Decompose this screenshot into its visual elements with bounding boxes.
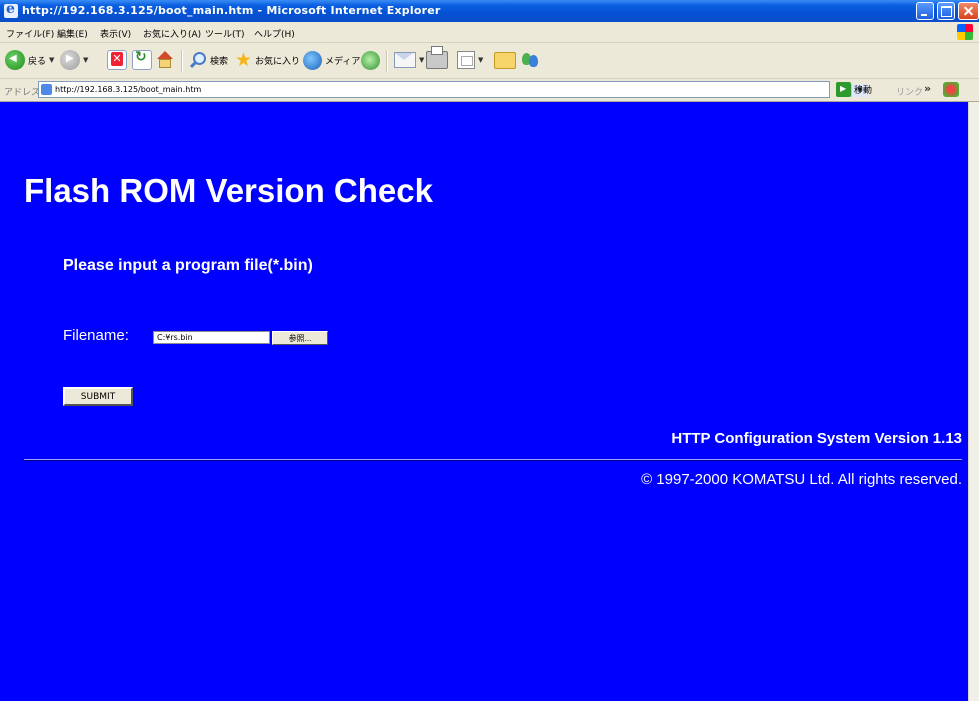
links-chevron-icon[interactable]: » <box>924 82 931 95</box>
mail-icon <box>394 52 416 68</box>
media-icon <box>303 50 322 70</box>
mail-dropdown-icon[interactable]: ▼ <box>419 56 424 64</box>
browser-window: http://192.168.3.125/boot_main.htm - Mic… <box>0 0 979 701</box>
submit-button[interactable]: SUBMIT <box>63 387 133 406</box>
filename-label: Filename: <box>63 327 129 344</box>
messenger-button[interactable] <box>521 49 541 71</box>
folder-icon <box>494 51 516 69</box>
menu-edit[interactable]: 編集(E) <box>57 27 88 40</box>
vertical-scrollbar[interactable] <box>968 102 979 701</box>
home-button[interactable] <box>155 49 175 71</box>
page-title: Flash ROM Version Check <box>24 172 433 209</box>
back-arrow-icon <box>5 50 25 70</box>
home-icon <box>155 51 175 69</box>
menu-tools[interactable]: ツール(T) <box>205 27 245 40</box>
refresh-icon <box>132 49 152 70</box>
mail-button[interactable]: ▼ <box>394 49 424 71</box>
instruction-text: Please input a program file(*.bin) <box>63 257 313 274</box>
links-label[interactable]: リンク <box>896 85 923 98</box>
print-icon <box>426 46 448 69</box>
copyright-text: © 1997-2000 KOMATSU Ltd. All rights rese… <box>641 471 962 488</box>
extension-icon[interactable] <box>943 82 959 97</box>
go-button[interactable]: 移動 <box>836 82 872 97</box>
filename-input[interactable] <box>153 331 270 344</box>
favorites-button[interactable]: ★ お気に入り <box>235 49 300 71</box>
back-button[interactable]: 戻る ▼ <box>5 49 54 71</box>
internet-explorer-icon[interactable] <box>4 1 18 18</box>
back-label: 戻る <box>28 56 47 67</box>
search-icon <box>189 51 207 69</box>
media-button[interactable]: メディア <box>303 49 360 71</box>
star-icon: ★ <box>235 49 253 71</box>
menu-view[interactable]: 表示(V) <box>100 27 131 40</box>
forward-arrow-icon <box>60 50 80 70</box>
page-icon <box>41 84 52 95</box>
browse-button[interactable]: 参照... <box>272 331 328 345</box>
messenger-icon <box>521 51 541 69</box>
print-button[interactable] <box>426 46 448 71</box>
media-label: メディア <box>325 56 361 67</box>
edit-page-icon <box>457 51 475 69</box>
address-url[interactable]: http://192.168.3.125/boot_main.htm <box>55 85 201 94</box>
address-field[interactable]: http://192.168.3.125/boot_main.htm ▼ <box>38 81 868 98</box>
stop-button[interactable] <box>107 49 127 71</box>
page-content: Flash ROM Version Check Please input a p… <box>0 102 968 701</box>
search-button[interactable]: 検索 <box>189 49 228 71</box>
edit-button[interactable]: ▼ <box>457 49 483 71</box>
forward-button[interactable]: ▼ <box>60 49 88 71</box>
go-arrow-icon <box>836 82 851 97</box>
version-text: HTTP Configuration System Version 1.13 <box>671 430 962 447</box>
back-dropdown-icon[interactable]: ▼ <box>49 56 54 64</box>
edit-dropdown-icon[interactable]: ▼ <box>478 56 483 64</box>
title-bar[interactable]: http://192.168.3.125/boot_main.htm - Mic… <box>0 0 979 22</box>
refresh-button[interactable] <box>132 49 152 71</box>
menu-favorites[interactable]: お気に入り(A) <box>143 27 201 40</box>
horizontal-divider <box>24 459 962 461</box>
address-bar: アドレス(D) http://192.168.3.125/boot_main.h… <box>0 79 979 102</box>
folder-button[interactable] <box>494 49 516 71</box>
maximize-button[interactable] <box>937 2 955 20</box>
history-icon <box>361 50 380 70</box>
search-label: 検索 <box>210 56 229 67</box>
close-button[interactable] <box>958 2 979 20</box>
minimize-button[interactable] <box>916 2 934 20</box>
standard-toolbar: 戻る ▼ ▼ 検索 ★ お気に入り メディア <box>0 43 979 79</box>
stop-icon <box>107 50 127 70</box>
window-title: http://192.168.3.125/boot_main.htm - Mic… <box>22 4 441 17</box>
forward-dropdown-icon[interactable]: ▼ <box>83 56 88 64</box>
history-button[interactable] <box>361 49 380 71</box>
favorites-label: お気に入り <box>255 56 301 67</box>
toolbar-separator <box>181 50 183 72</box>
menu-help[interactable]: ヘルプ(H) <box>254 27 295 40</box>
menu-bar: ファイル(F) 編集(E) 表示(V) お気に入り(A) ツール(T) ヘルプ(… <box>0 22 979 43</box>
toolbar-separator <box>386 50 388 72</box>
windows-logo-icon <box>957 24 973 40</box>
go-label: 移動 <box>854 86 873 96</box>
menu-file[interactable]: ファイル(F) <box>6 27 54 40</box>
